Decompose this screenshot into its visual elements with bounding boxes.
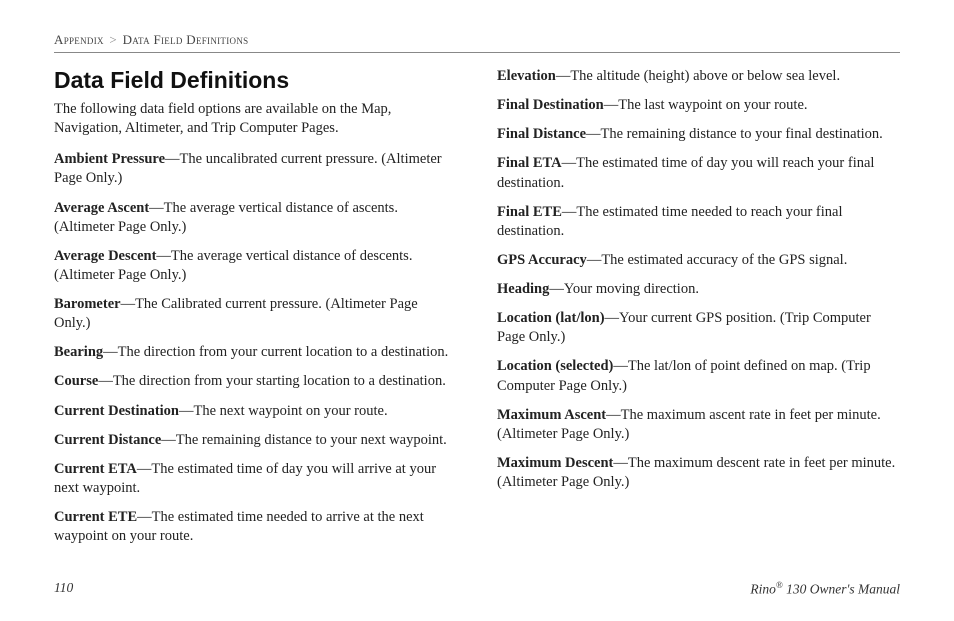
definition-entry: Current ETA—The estimated time of day yo…	[54, 460, 457, 498]
product-prefix: Rino	[750, 581, 776, 596]
page-footer: 110 Rino® 130 Owner's Manual	[54, 580, 900, 598]
definition-term: Maximum Ascent	[497, 407, 606, 423]
definition-entry: Maximum Descent—The maximum descent rate…	[497, 454, 900, 492]
definition-term: Final ETA	[497, 155, 562, 171]
definition-term: Average Ascent	[54, 200, 149, 216]
definition-text: —The remaining distance to your next way…	[161, 432, 447, 448]
breadcrumb: Appendix > Data Field Definitions	[54, 32, 900, 48]
definitions-list: Ambient Pressure—The uncalibrated curren…	[54, 67, 900, 557]
definition-entry: GPS Accuracy—The estimated accuracy of t…	[497, 251, 900, 270]
definition-term: Maximum Descent	[497, 455, 613, 471]
definition-term: Bearing	[54, 344, 103, 360]
definition-term: Current ETE	[54, 509, 137, 525]
definition-text: —The last waypoint on your route.	[604, 97, 808, 113]
product-name: Rino® 130 Owner's Manual	[750, 580, 900, 598]
definition-entry: Final ETA—The estimated time of day you …	[497, 154, 900, 192]
page-number: 110	[54, 580, 73, 598]
definition-entry: Average Ascent—The average vertical dist…	[54, 199, 457, 237]
definition-term: Current ETA	[54, 461, 137, 477]
definition-entry: Course—The direction from your starting …	[54, 372, 457, 391]
definition-term: Final ETE	[497, 204, 562, 220]
registered-symbol: ®	[776, 580, 783, 590]
intro-paragraph: The following data field options are ava…	[54, 100, 457, 138]
definition-text: —The estimated accuracy of the GPS signa…	[587, 252, 848, 268]
breadcrumb-separator: >	[109, 32, 117, 47]
definition-entry: Location (selected)—The lat/lon of point…	[497, 357, 900, 395]
definition-term: Current Distance	[54, 432, 161, 448]
definition-term: Elevation	[497, 68, 556, 84]
definition-term: Barometer	[54, 296, 121, 312]
definition-text: —Your moving direction.	[549, 281, 699, 297]
breadcrumb-part-appendix: Appendix	[54, 32, 104, 47]
definition-text: —The remaining distance to your final de…	[586, 126, 883, 142]
page-title: Data Field Definitions	[54, 67, 457, 94]
definition-text: —The direction from your starting locati…	[98, 373, 446, 389]
definition-term: GPS Accuracy	[497, 252, 587, 268]
definition-entry: Barometer—The Calibrated current pressur…	[54, 295, 457, 333]
definition-term: Final Destination	[497, 97, 604, 113]
definition-term: Course	[54, 373, 98, 389]
definition-entry: Current Destination—The next waypoint on…	[54, 402, 457, 421]
definition-term: Final Distance	[497, 126, 586, 142]
definition-text: —The altitude (height) above or below se…	[556, 68, 840, 84]
definition-entry: Current ETE—The estimated time needed to…	[54, 508, 457, 546]
definition-term: Location (lat/lon)	[497, 310, 605, 326]
product-suffix: 130 Owner's Manual	[783, 581, 900, 596]
definition-text: —The direction from your current locatio…	[103, 344, 448, 360]
definition-term: Heading	[497, 281, 549, 297]
definition-entry: Ambient Pressure—The uncalibrated curren…	[54, 150, 457, 188]
definition-entry: Final Destination—The last waypoint on y…	[497, 96, 900, 115]
content-columns: Data Field Definitions The following dat…	[54, 67, 900, 557]
definition-entry: Final ETE—The estimated time needed to r…	[497, 203, 900, 241]
breadcrumb-part-section: Data Field Definitions	[123, 32, 249, 47]
definition-term: Average Descent	[54, 248, 156, 264]
definition-entry: Average Descent—The average vertical dis…	[54, 247, 457, 285]
definition-entry: Heading—Your moving direction.	[497, 280, 900, 299]
horizontal-rule	[54, 52, 900, 53]
definition-entry: Location (lat/lon)—Your current GPS posi…	[497, 309, 900, 347]
definition-term: Ambient Pressure	[54, 151, 165, 167]
definition-entry: Elevation—The altitude (height) above or…	[497, 67, 900, 86]
definition-entry: Final Distance—The remaining distance to…	[497, 125, 900, 144]
definition-term: Current Destination	[54, 403, 179, 419]
definition-term: Location (selected)	[497, 358, 613, 374]
definition-entry: Maximum Ascent—The maximum ascent rate i…	[497, 406, 900, 444]
definition-text: —The next waypoint on your route.	[179, 403, 388, 419]
definition-entry: Current Distance—The remaining distance …	[54, 431, 457, 450]
definition-entry: Bearing—The direction from your current …	[54, 343, 457, 362]
